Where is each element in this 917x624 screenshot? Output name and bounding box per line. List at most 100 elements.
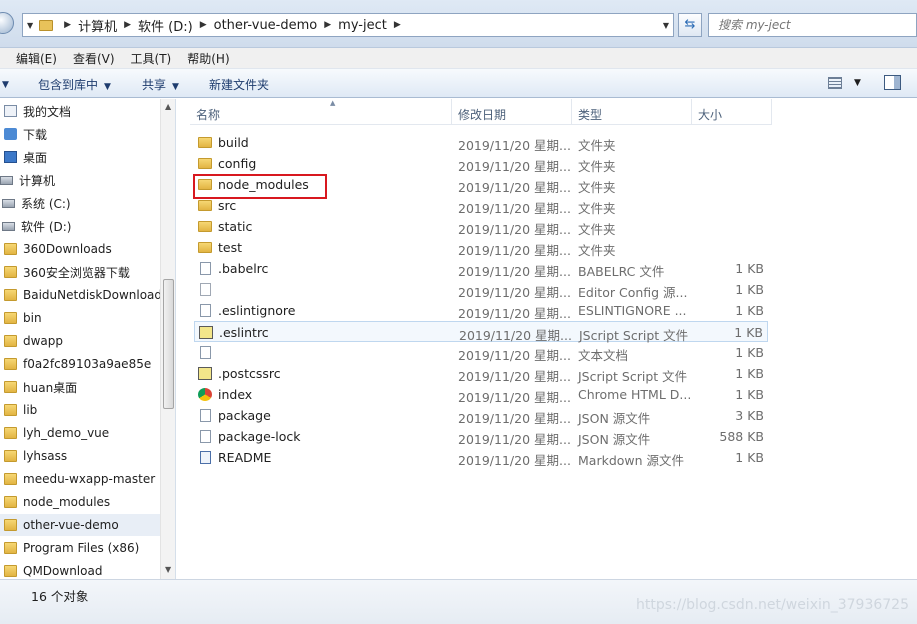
nav-item[interactable]: 计算机 [0, 169, 160, 191]
breadcrumb-computer[interactable]: 计算机 [78, 14, 117, 36]
folder-icon [4, 473, 17, 485]
nav-item[interactable]: 360安全浏览器下载 [0, 261, 160, 283]
file-modified: 2019/11/20 星期... [458, 306, 571, 321]
breadcrumb-my-ject[interactable]: my-ject [338, 14, 387, 36]
nav-item[interactable]: 桌面 [0, 146, 160, 168]
include-in-library-button[interactable]: 包含到库中 ▼ [38, 76, 111, 93]
file-row[interactable]: test 2019/11/20 星期... 文件夹 [194, 237, 768, 258]
column-type[interactable]: 类型 [578, 106, 602, 123]
file-type: Markdown 源文件 [578, 453, 685, 468]
file-row[interactable]: package-lock 2019/11/20 星期... JSON 源文件 588 … [194, 426, 768, 447]
column-divider[interactable] [451, 99, 452, 125]
chevron-down-icon[interactable]: ▼ [854, 78, 861, 88]
refresh-button[interactable]: ⇆ [678, 13, 702, 37]
chevron-right-icon[interactable]: ▶ [394, 20, 401, 30]
breadcrumb-drive-d[interactable]: 软件 (D:) [138, 14, 193, 36]
new-folder-button[interactable]: 新建文件夹 [209, 76, 269, 93]
nav-item-label: BaiduNetdiskDownload [23, 288, 163, 302]
nav-item[interactable]: BaiduNetdiskDownload [0, 284, 163, 306]
nav-item[interactable]: bin [0, 307, 160, 329]
file-row[interactable]: config 2019/11/20 星期... 文件夹 [194, 153, 768, 174]
scroll-down-icon[interactable]: ▼ [165, 565, 171, 574]
nav-item[interactable]: lib [0, 399, 160, 421]
file-row[interactable]: 2019/11/20 星期... Editor Config 源... 1 KB [194, 279, 768, 300]
address-bar-row: ▼ ▶ 计算机 ▶ 软件 (D:) ▶ other-vue-demo ▶ my-… [0, 0, 917, 48]
search-box[interactable] [708, 13, 917, 37]
nav-item[interactable]: lyh_demo_vue [0, 422, 160, 444]
nav-item[interactable]: node_modules [0, 491, 160, 513]
nav-item[interactable]: lyhsass [0, 445, 160, 467]
file-row[interactable]: 2019/11/20 星期... 文本文档 1 KB [194, 342, 768, 363]
column-size[interactable]: 大小 [698, 106, 722, 123]
file-row[interactable]: package 2019/11/20 星期... JSON 源文件 3 KB [194, 405, 768, 426]
nav-item-label: other-vue-demo [23, 518, 119, 532]
folder-icon [4, 335, 17, 347]
file-row[interactable]: build 2019/11/20 星期... 文件夹 [194, 132, 768, 153]
file-name: index [218, 387, 253, 402]
folder-icon [4, 289, 17, 301]
file-row[interactable]: static 2019/11/20 星期... 文件夹 [194, 216, 768, 237]
nav-item[interactable]: meedu-wxapp-master [0, 468, 160, 490]
chevron-right-icon[interactable]: ▶ [124, 20, 131, 30]
nav-item[interactable]: 软件 (D:) [0, 215, 160, 237]
file-row[interactable]: README 2019/11/20 星期... Markdown 源文件 1 KB [194, 447, 768, 468]
breadcrumb-other-vue-demo[interactable]: other-vue-demo [214, 14, 318, 36]
nav-item-label: 桌面 [23, 150, 48, 165]
folder-icon [39, 19, 54, 31]
menu-view[interactable]: 查看(V) [73, 50, 115, 67]
file-row[interactable]: .babelrc 2019/11/20 星期... BABELRC 文件 1 KB [194, 258, 768, 279]
file-type: ESLINTIGNORE ... [578, 303, 687, 318]
back-button[interactable] [0, 12, 14, 34]
column-divider[interactable] [691, 99, 692, 125]
scroll-up-icon[interactable]: ▲ [165, 102, 171, 111]
file-row[interactable]: index 2019/11/20 星期... Chrome HTML D... 1 K… [194, 384, 768, 405]
file-size: 1 KB [735, 387, 764, 402]
scrollbar-thumb[interactable] [163, 279, 174, 409]
organize-caret-icon[interactable]: ▼ [0, 76, 9, 90]
file-row[interactable]: .eslintrc 2019/11/20 星期... JScript Script … [194, 321, 768, 343]
nav-item-label: lyh_demo_vue [23, 426, 110, 440]
chevron-right-icon[interactable]: ▶ [200, 20, 207, 30]
search-input[interactable] [709, 14, 916, 36]
folder-icon [4, 427, 17, 439]
nav-item[interactable]: other-vue-demo [0, 514, 160, 536]
chevron-right-icon[interactable]: ▶ [64, 20, 71, 30]
nav-item[interactable]: 下载 [0, 123, 160, 145]
column-name[interactable]: 名称 [196, 106, 220, 123]
nav-item[interactable]: 360Downloads [0, 238, 160, 260]
navigation-pane[interactable]: 我的文档 下载桌面计算机 系统 (C:) 软件 (D:) 360Downloads 360… [0, 99, 176, 579]
nav-item[interactable]: f0a2fc89103a9ae85e [0, 353, 160, 375]
address-dropdown-icon[interactable]: ▼ [663, 21, 669, 30]
file-row[interactable]: .postcssrc 2019/11/20 星期... JScript Script… [194, 363, 768, 384]
nav-item[interactable]: 我的文档 [0, 100, 160, 122]
nav-item[interactable]: 系统 (C:) [0, 192, 160, 214]
file-modified: 2019/11/20 星期... [458, 243, 571, 258]
file-icon [200, 262, 211, 275]
nav-item[interactable]: dwapp [0, 330, 160, 352]
file-list-pane[interactable]: ▲ 名称 修改日期 类型 大小 build 2019/11/20 星期... 文件夹… [177, 99, 917, 579]
menu-help[interactable]: 帮助(H) [187, 50, 229, 67]
menu-edit[interactable]: 编辑(E) [16, 50, 57, 67]
nav-item-label: Program Files (x86) [23, 541, 140, 555]
preview-pane-icon[interactable] [884, 75, 901, 90]
file-row[interactable]: .eslintignore 2019/11/20 星期... ESLINTIGNOR… [194, 300, 768, 321]
share-button[interactable]: 共享 ▼ [142, 76, 179, 93]
recent-pages-chevron-icon[interactable]: ▼ [27, 21, 33, 30]
column-divider[interactable] [571, 99, 572, 125]
nav-item[interactable]: QMDownload [0, 560, 160, 579]
nav-scrollbar[interactable]: ▲ ▼ [160, 99, 175, 579]
menu-tools[interactable]: 工具(T) [131, 50, 172, 67]
folder-icon [4, 381, 17, 393]
view-options-icon[interactable] [828, 77, 842, 89]
folder-icon [4, 404, 17, 416]
nav-item[interactable]: Program Files (x86) [0, 537, 160, 559]
column-modified[interactable]: 修改日期 [458, 106, 506, 123]
file-type: 文件夹 [578, 222, 616, 237]
column-divider[interactable] [771, 99, 772, 125]
address-bar[interactable]: ▼ ▶ 计算机 ▶ 软件 (D:) ▶ other-vue-demo ▶ my-… [22, 13, 674, 37]
file-name: .eslintignore [218, 303, 296, 318]
chevron-right-icon[interactable]: ▶ [324, 20, 331, 30]
file-modified: 2019/11/20 星期... [458, 264, 571, 279]
nav-item[interactable]: huan桌面 [0, 376, 160, 398]
file-size: 1 KB [735, 261, 764, 276]
